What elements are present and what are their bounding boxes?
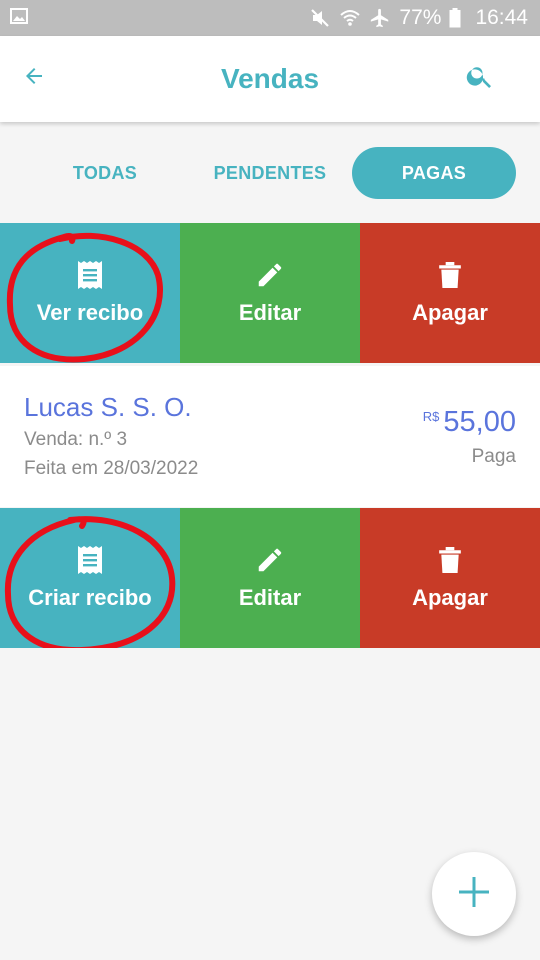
sale-date: Feita em 28/03/2022 [24,458,199,479]
receipt-icon [77,260,103,290]
add-sale-button[interactable] [432,852,516,936]
payment-status: Paga [471,446,516,467]
status-bar-left [10,7,28,29]
airplane-icon [369,7,391,29]
status-bar: 77% 16:44 [0,0,540,36]
edit-label: Editar [238,585,302,610]
sale-number: Venda: n.º 3 [24,429,128,450]
highlight-circle [4,516,176,648]
swipe-actions-row-2: Criar recibo Editar Apagar [0,508,540,648]
back-button[interactable] [14,58,54,98]
sale-list-item[interactable]: Lucas S. S. O. Venda: n.º 3 Feita em 28/… [0,366,540,507]
highlight-circle [6,232,163,363]
tab-pagas[interactable]: PAGAS [352,147,516,199]
filter-tabs: TODAS PENDENTES PAGAS [0,122,540,222]
trash-icon [437,545,463,575]
mute-icon [309,7,331,29]
wifi-icon [339,8,361,28]
page-title: Vendas [220,63,320,94]
create-receipt-button[interactable]: Criar recibo [0,508,180,648]
swipe-actions-row-1: Ver recibo Editar Apagar [0,223,540,363]
edit-label: Editar [238,300,302,325]
delete-button[interactable]: Apagar [360,223,540,363]
arrow-left-icon [22,64,46,93]
customer-name: Lucas S. S. O. [24,392,192,422]
search-button[interactable] [460,58,500,98]
amount-value: 55,00 [443,406,516,438]
view-receipt-label: Ver recibo [36,300,144,325]
image-icon [10,7,28,29]
status-bar-right: 77% 16:44 [309,6,528,30]
tab-todas[interactable]: TODAS [44,147,166,199]
search-icon [465,61,495,96]
delete-button[interactable]: Apagar [360,508,540,648]
pencil-icon [255,260,285,290]
view-receipt-button[interactable]: Ver recibo [0,223,180,363]
plus-icon [457,875,491,914]
delete-label: Apagar [412,585,488,610]
battery-icon [449,8,461,28]
delete-label: Apagar [412,300,488,325]
currency-symbol: R$ [422,409,440,424]
battery-percent: 77% [399,6,442,29]
edit-button[interactable]: Editar [180,508,360,648]
app-bar: Vendas [0,36,540,122]
pencil-icon [255,545,285,575]
edit-button[interactable]: Editar [180,223,360,363]
clock: 16:44 [475,6,528,29]
receipt-icon [77,545,103,575]
create-receipt-label: Criar recibo [28,585,152,610]
tab-pendentes[interactable]: PENDENTES [196,147,344,199]
trash-icon [437,260,463,290]
sale-amount: R$ 55,00 [423,406,516,439]
